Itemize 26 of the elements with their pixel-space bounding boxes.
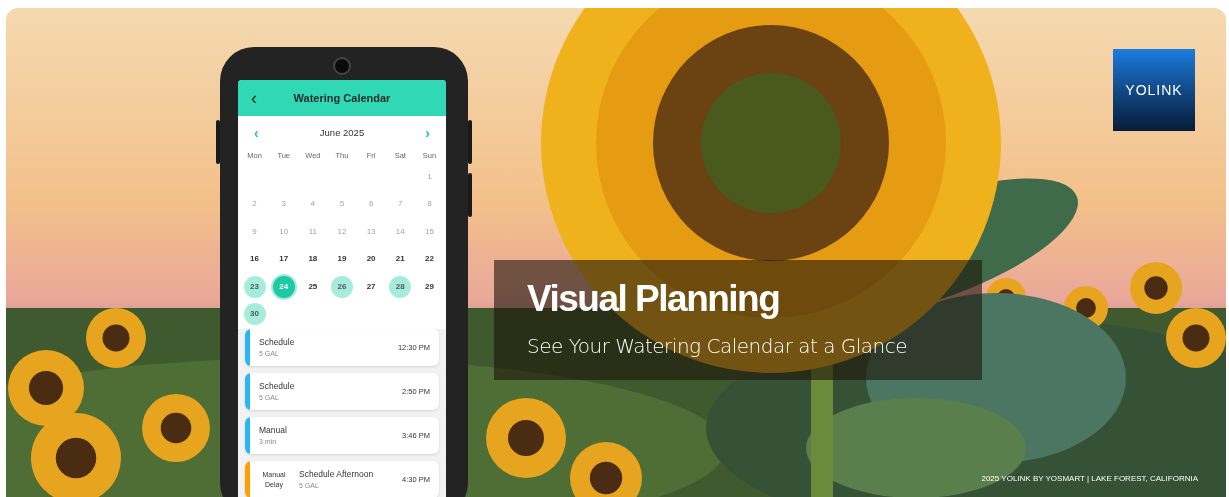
calendar-day[interactable]: 19	[331, 248, 353, 271]
calendar-day[interactable]: 25	[301, 275, 324, 298]
calendar-day[interactable]: 16	[243, 248, 266, 271]
calendar-day[interactable]: 28	[389, 275, 412, 298]
calendar-day[interactable]: 29	[418, 275, 441, 298]
calendar-day[interactable]: 23	[243, 275, 266, 298]
footer-text: 2025 YOLINK BY YOSMART | LAKE FOREST, CALIFORNIA	[981, 473, 1198, 485]
calendar-day[interactable]: 26	[331, 275, 353, 298]
event-title: Manual	[259, 423, 288, 437]
back-button[interactable]: ‹	[246, 89, 262, 107]
calendar-day[interactable]: 20	[360, 248, 383, 271]
calendar-day[interactable]: 18	[301, 248, 324, 271]
headline: Visual Planning	[527, 279, 781, 317]
calendar-day[interactable]: 21	[389, 248, 412, 271]
month-label: June 2025	[319, 125, 365, 140]
event-title: Schedule Afternoon	[299, 467, 375, 481]
logo-text: YOLINK	[1125, 80, 1183, 100]
calendar-day[interactable]: 22	[418, 248, 441, 271]
event-title: Schedule	[259, 379, 296, 393]
event-title: Schedule	[259, 335, 296, 349]
calendar-day[interactable]: 17	[272, 248, 295, 271]
calendar-day[interactable]: 30	[243, 303, 266, 326]
calendar-day[interactable]: 27	[360, 275, 383, 298]
screen-title: Watering Calendar	[292, 90, 392, 106]
camera-icon	[333, 57, 351, 75]
subheadline: See Your Watering Calendar at a Glance	[527, 332, 909, 360]
